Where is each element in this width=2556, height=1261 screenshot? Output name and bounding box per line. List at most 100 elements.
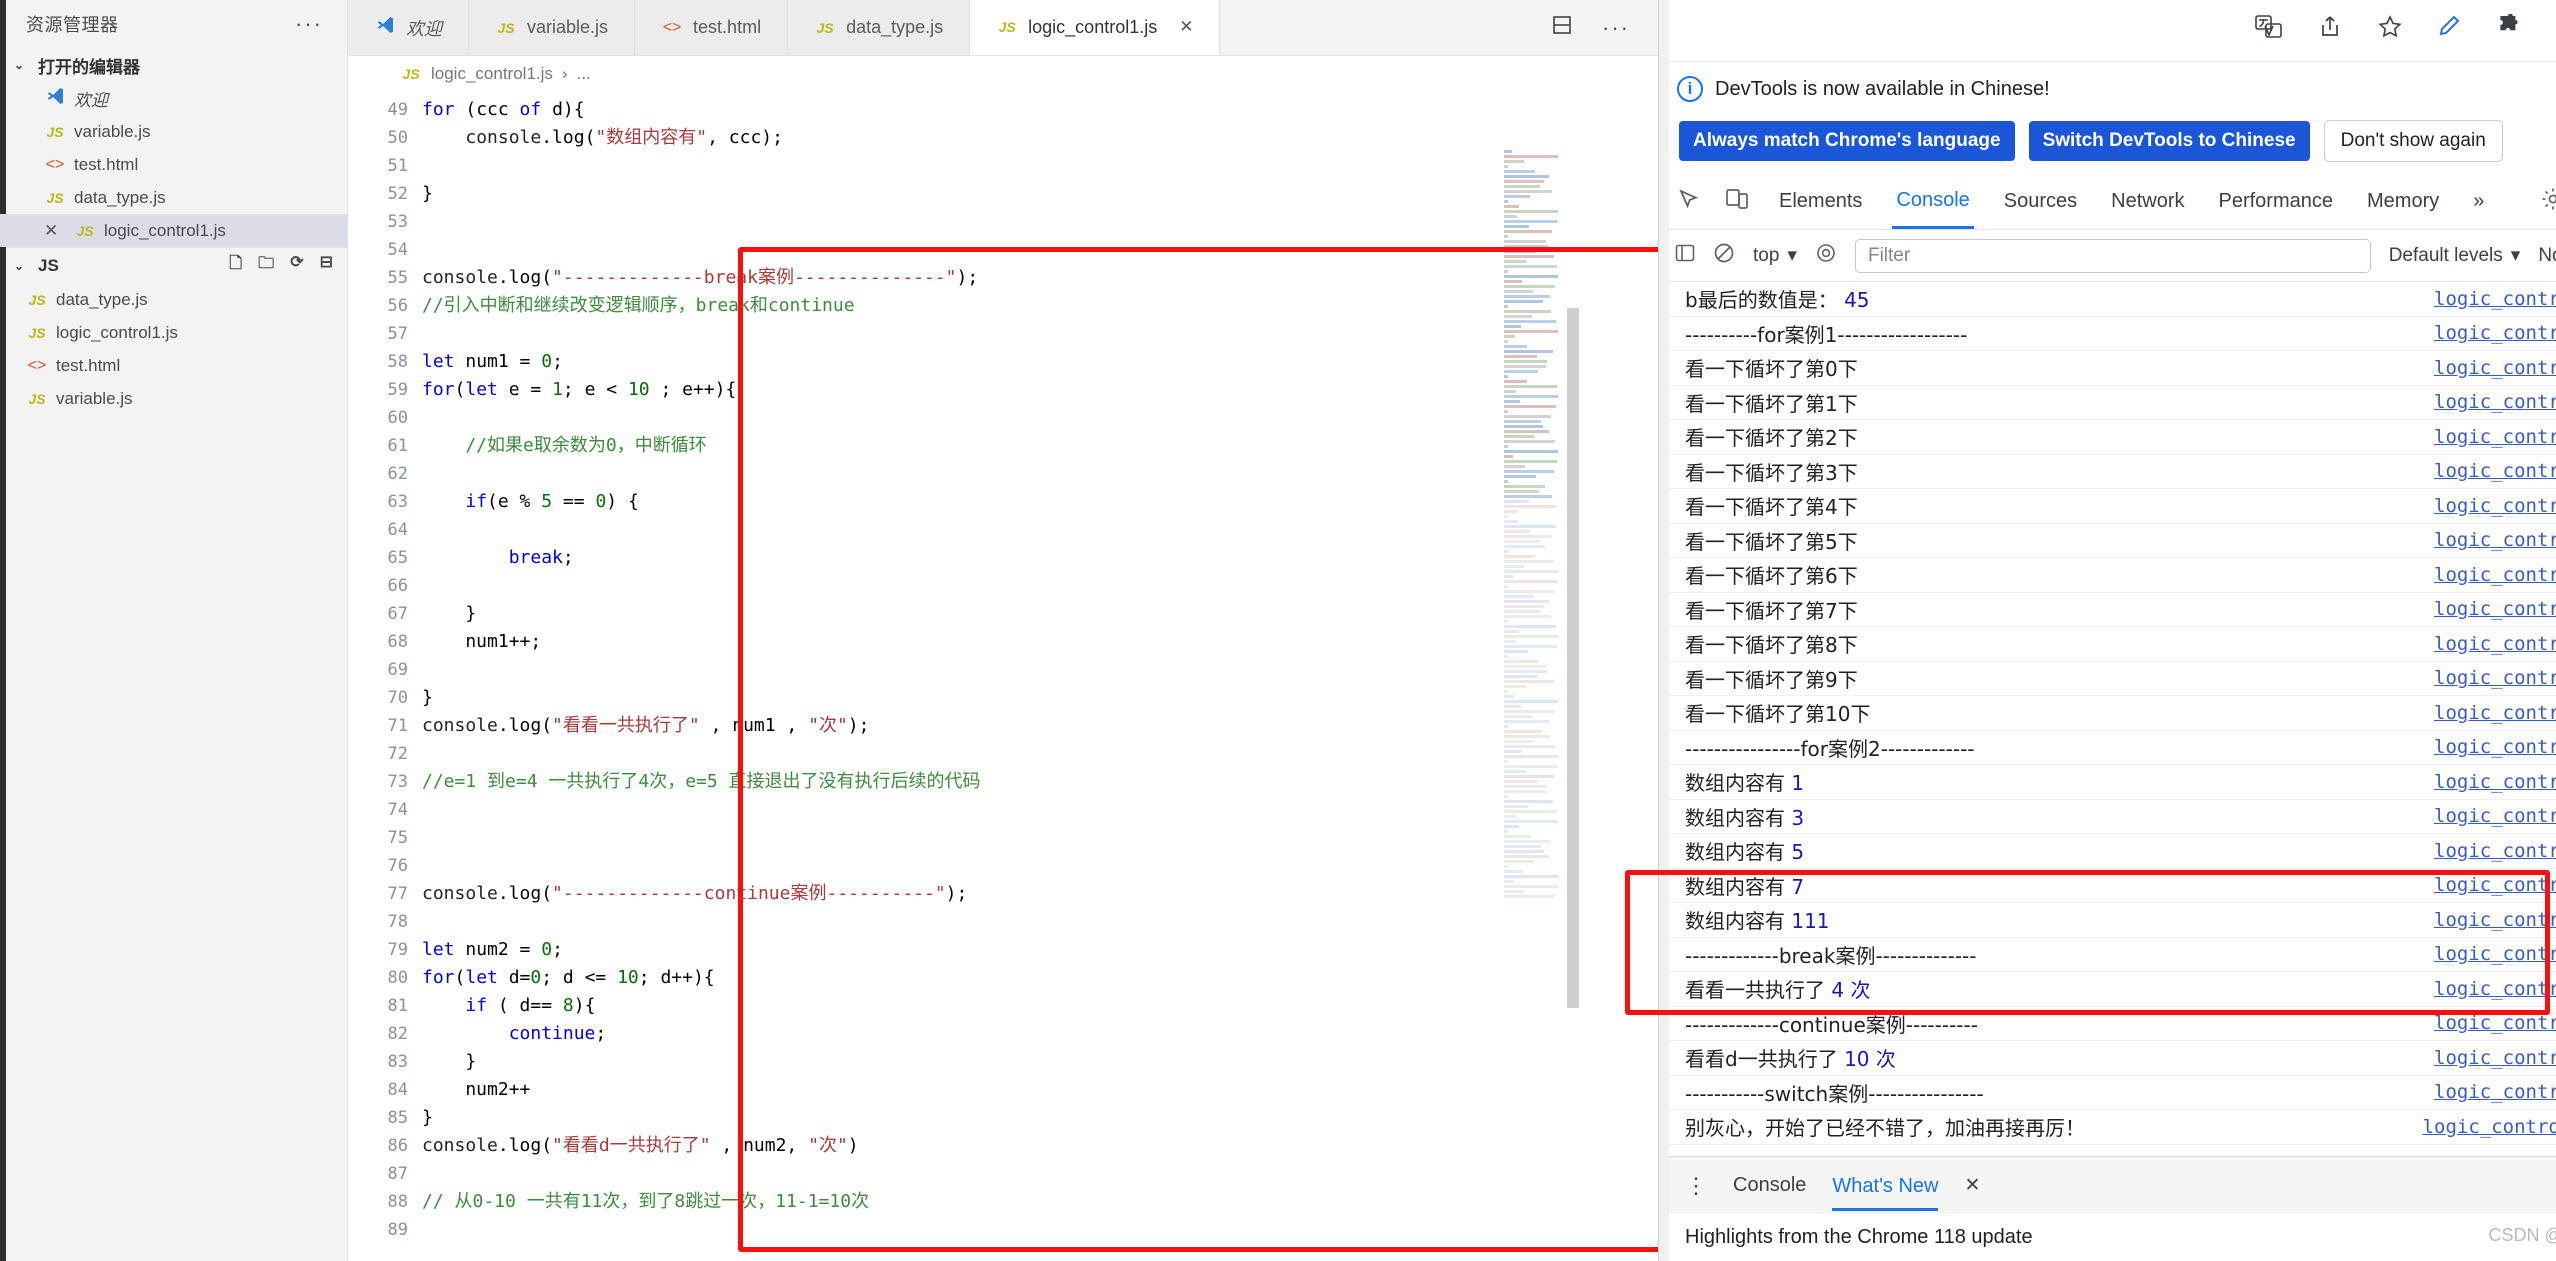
- tab-console[interactable]: Console: [1892, 175, 1974, 229]
- console-log-source-link[interactable]: logic_control1.js:55: [2434, 943, 2556, 965]
- issues-status[interactable]: No Issues: [2538, 245, 2556, 267]
- code-line[interactable]: console.log("-------------continue案例----…: [422, 880, 1658, 908]
- code-line[interactable]: console.log("看看一共执行了" , num1 , "次");: [422, 712, 1658, 740]
- tab-memory[interactable]: Memory: [2363, 176, 2443, 227]
- editor-minimap[interactable]: [1500, 148, 1562, 1261]
- code-line[interactable]: if(e % 5 == 0) {: [422, 488, 1658, 516]
- code-line[interactable]: continue;: [422, 1020, 1658, 1048]
- file-item-test-html[interactable]: <> test.html: [0, 349, 347, 382]
- log-levels-selector[interactable]: Default levels ▾: [2389, 244, 2521, 267]
- tab-logic-control1-js[interactable]: JS logic_control1.js ✕: [970, 0, 1221, 55]
- console-log-row[interactable]: -------------continue案例---------- logic_c…: [1659, 1007, 2556, 1041]
- drawer-tab-whats-new[interactable]: What's New: [1832, 1161, 1939, 1211]
- console-log-row[interactable]: 数组内容有 111 logic_control1.js:50: [1659, 903, 2556, 938]
- open-editor-test-html[interactable]: <> test.html: [0, 148, 347, 181]
- code-line[interactable]: }: [422, 1048, 1658, 1076]
- code-line[interactable]: }: [422, 684, 1658, 712]
- code-line[interactable]: [422, 852, 1658, 880]
- code-line[interactable]: [422, 1216, 1658, 1244]
- console-log-source-link[interactable]: logic_control1.js:50: [2434, 874, 2556, 896]
- console-log-source-link[interactable]: logic_control1.js:41: [2434, 426, 2556, 448]
- dont-show-again-button[interactable]: Don't show again: [2323, 120, 2503, 162]
- open-editors-section-header[interactable]: ⌄ 打开的编辑器: [0, 48, 347, 82]
- file-item-logic-control1-js[interactable]: JS logic_control1.js: [0, 316, 347, 349]
- code-line[interactable]: [422, 656, 1658, 684]
- console-log-row[interactable]: 看一下循坏了第9下 logic_control1.js:41: [1659, 662, 2556, 696]
- code-line[interactable]: console.log("看看d一共执行了" , num2, "次"): [422, 1132, 1658, 1160]
- tab-performance[interactable]: Performance: [2215, 176, 2338, 227]
- tab-welcome[interactable]: 欢迎: [348, 0, 469, 55]
- console-log-source-link[interactable]: logic_control1.js:41: [2434, 357, 2556, 379]
- filter-input[interactable]: Filter: [1854, 238, 2371, 273]
- console-log-source-link[interactable]: logic_control1.js:41: [2434, 460, 2556, 482]
- console-log-row[interactable]: ----------for案例1------------------ logic_…: [1659, 317, 2556, 351]
- settings-gear-icon[interactable]: [2540, 186, 2556, 218]
- code-line[interactable]: [422, 236, 1658, 264]
- console-log-row[interactable]: 看一下循坏了第7下 logic_control1.js:41: [1659, 593, 2556, 627]
- code-line[interactable]: [422, 824, 1658, 852]
- close-icon[interactable]: ✕: [1179, 17, 1193, 37]
- pen-icon[interactable]: [2437, 14, 2463, 47]
- console-log-row[interactable]: 看一下循坏了第5下 logic_control1.js:41: [1659, 524, 2556, 558]
- console-log-row[interactable]: -----------switch案例---------------- logic…: [1659, 1076, 2556, 1110]
- file-item-variable-js[interactable]: JS variable.js: [0, 382, 347, 415]
- console-sidebar-icon[interactable]: [1675, 243, 1695, 269]
- tab-sources[interactable]: Sources: [2000, 176, 2081, 227]
- open-editor-logic-control1-js[interactable]: ✕ JS logic_control1.js: [0, 214, 347, 247]
- code-line[interactable]: num1++;: [422, 628, 1658, 656]
- code-line[interactable]: for (ccc of d){: [422, 96, 1658, 124]
- open-editor-variable-js[interactable]: JS variable.js: [0, 115, 347, 148]
- translate-icon[interactable]: [2254, 14, 2283, 47]
- code-line[interactable]: [422, 572, 1658, 600]
- code-line[interactable]: //如果e取余数为0，中断循环: [422, 432, 1658, 460]
- sidebar-more-icon[interactable]: ···: [295, 13, 323, 35]
- console-log-source-link[interactable]: logic_control1.js:41: [2434, 598, 2556, 620]
- console-log-source-link[interactable]: logic_control1.js:41: [2434, 564, 2556, 586]
- split-editor-icon[interactable]: [1550, 13, 1574, 42]
- console-log-row[interactable]: 数组内容有 1 logic_control1.js:50: [1659, 765, 2556, 800]
- console-log-source-link[interactable]: logic_control1.js:50: [2434, 840, 2556, 862]
- console-log-row[interactable]: 看一下循坏了第6下 logic_control1.js:41: [1659, 558, 2556, 593]
- more-vertical-icon[interactable]: ⋮: [1685, 1174, 1707, 1196]
- code-line[interactable]: let num1 = 0;: [422, 348, 1658, 376]
- console-log-row[interactable]: 看一下循坏了第0下 logic_control1.js:41: [1659, 351, 2556, 386]
- console-log-source-link[interactable]: logic_control1.js:50: [2434, 771, 2556, 793]
- refresh-icon[interactable]: ⟳: [290, 252, 303, 279]
- code-line[interactable]: }: [422, 180, 1658, 208]
- code-line[interactable]: [422, 404, 1658, 432]
- console-log-source-link[interactable]: logic_control1.js:41: [2434, 702, 2556, 724]
- console-log-list[interactable]: b最后的数值是： 45 logic_control1.js:31 ---------…: [1659, 282, 2556, 1156]
- console-log-source-link[interactable]: logic_control1.js:41: [2434, 391, 2556, 413]
- console-log-row[interactable]: 看看一共执行了 4 次 logic_control1.js:71: [1659, 972, 2556, 1007]
- folder-section-header[interactable]: ⌄ JS 🗋 🗀 ⟳ ⊟: [0, 247, 347, 283]
- collapse-all-icon[interactable]: ⊟: [320, 252, 333, 279]
- code-line[interactable]: for(let d=0; d <= 10; d++){: [422, 964, 1658, 992]
- console-log-source-link[interactable]: logic_control1.js:41: [2434, 495, 2556, 517]
- console-log-row[interactable]: 数组内容有 5 logic_control1.js:50: [1659, 834, 2556, 869]
- console-log-source-link[interactable]: logic_control1.js:93: [2434, 1081, 2556, 1103]
- inspect-element-icon[interactable]: [1677, 188, 1699, 216]
- console-log-source-link[interactable]: logic_control1.js:50: [2434, 909, 2556, 931]
- code-line[interactable]: [422, 460, 1658, 488]
- console-log-row[interactable]: 数组内容有 7 logic_control1.js:50: [1659, 869, 2556, 903]
- console-log-row[interactable]: 看一下循坏了第10下 logic_control1.js:41: [1659, 696, 2556, 731]
- file-item-data-type-js[interactable]: JS data_type.js: [0, 283, 347, 316]
- more-tabs-icon[interactable]: »: [2469, 176, 2488, 227]
- tab-data-type-js[interactable]: JS data_type.js: [788, 0, 971, 55]
- execution-context-selector[interactable]: top ▾: [1753, 244, 1797, 267]
- code-line[interactable]: console.log("-------------break案例-------…: [422, 264, 1658, 292]
- code-line[interactable]: [422, 516, 1658, 544]
- code-line[interactable]: [422, 208, 1658, 236]
- code-line[interactable]: //引入中断和继续改变逻辑顺序，break和continue: [422, 292, 1658, 320]
- code-line[interactable]: [422, 152, 1658, 180]
- console-log-source-link[interactable]: logic_control1.js:41: [2434, 529, 2556, 551]
- code-line[interactable]: }: [422, 600, 1658, 628]
- console-log-source-link[interactable]: logic_control1.js:31: [2434, 288, 2556, 310]
- code-line[interactable]: for(let e = 1; e < 10 ; e++){: [422, 376, 1658, 404]
- drawer-tab-console[interactable]: Console: [1733, 1174, 1806, 1197]
- console-log-row[interactable]: 别灰心，开始了已经不错了，加油再接再厉！ logic_control1.js:10…: [1659, 1110, 2556, 1145]
- code-line[interactable]: break;: [422, 544, 1658, 572]
- code-line[interactable]: [422, 796, 1658, 824]
- console-log-row[interactable]: 看一下循坏了第2下 logic_control1.js:41: [1659, 420, 2556, 455]
- bookmark-star-icon[interactable]: [2377, 14, 2403, 47]
